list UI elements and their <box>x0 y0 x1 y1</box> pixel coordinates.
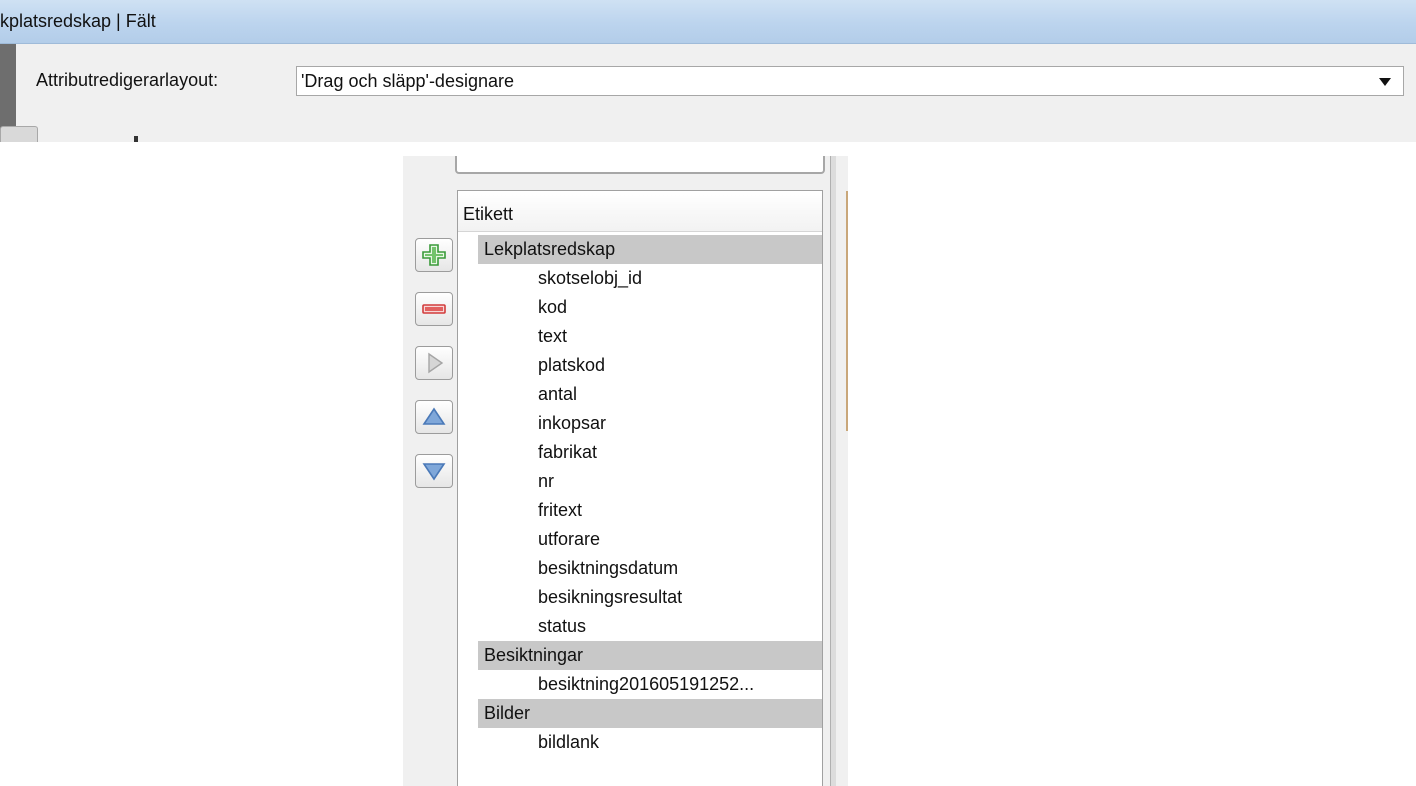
remove-icon <box>422 304 446 314</box>
tree-item-label: status <box>538 616 587 636</box>
sidebar-tab[interactable] <box>0 126 38 142</box>
tree-header-label: Etikett <box>463 204 514 224</box>
tree-item[interactable]: fritext <box>458 496 822 525</box>
form-tree-view[interactable]: Etikett Lekplatsredskap skotselobj_id ko… <box>457 190 823 786</box>
add-container-button[interactable] <box>415 238 453 272</box>
move-up-button[interactable] <box>415 400 453 434</box>
tree-item-label: fritext <box>538 500 583 520</box>
tree-item-label: fabrikat <box>538 442 598 462</box>
tree-item[interactable]: antal <box>458 380 822 409</box>
tree-header: Etikett <box>458 191 822 232</box>
tree-group-label: Lekplatsredskap <box>484 239 616 259</box>
tree-item-label: besiktningsdatum <box>538 558 679 578</box>
move-to-tree-button[interactable] <box>415 346 453 380</box>
tree-item[interactable]: status <box>458 612 822 641</box>
tree-item-label: text <box>538 326 568 346</box>
move-down-button[interactable] <box>415 454 453 488</box>
window-title: kplatsredskap | Fält <box>0 11 156 31</box>
tree-group-lekplatsredskap[interactable]: Lekplatsredskap <box>478 235 822 264</box>
tree-item[interactable]: skotselobj_id <box>458 264 822 293</box>
tree-item[interactable]: bildlank <box>458 728 822 757</box>
move-up-icon <box>422 407 446 425</box>
tree-group-bilder[interactable]: Bilder <box>478 699 822 728</box>
tree-item-label: besiktning201605191252... <box>538 674 755 694</box>
tree-item-label: utforare <box>538 529 601 549</box>
tree-item[interactable]: besiktning201605191252... <box>458 670 822 699</box>
tree-item-label: nr <box>538 471 555 491</box>
tree-group-besiktningar[interactable]: Besiktningar <box>478 641 822 670</box>
tree-item-label: skotselobj_id <box>538 268 643 288</box>
tree-item-label: besikningsresultat <box>538 587 683 607</box>
panel-splitter[interactable] <box>830 156 836 786</box>
screen: kplatsredskap | Fält Attributredigerarla… <box>0 0 1416 786</box>
field-list-frame <box>455 156 825 174</box>
tree-item[interactable]: kod <box>458 293 822 322</box>
splitter-edge <box>846 191 848 431</box>
tree-item-label: platskod <box>538 355 606 375</box>
layout-dropdown-value: 'Drag och släpp'-designare <box>301 71 514 91</box>
tree-item-label: bildlank <box>538 732 600 752</box>
form-layout-panel: Etikett Lekplatsredskap skotselobj_id ko… <box>403 156 848 786</box>
tree-group-label: Besiktningar <box>484 645 584 665</box>
partial-text-mark <box>134 136 138 142</box>
tree-item[interactable]: inkopsar <box>458 409 822 438</box>
tree-item[interactable]: platskod <box>458 351 822 380</box>
tree-item-label: kod <box>538 297 568 317</box>
window-title-bar: kplatsredskap | Fält <box>0 0 1416 44</box>
tree-item[interactable]: utforare <box>458 525 822 554</box>
tree-item[interactable]: besiktningsdatum <box>458 554 822 583</box>
tree-group-label: Bilder <box>484 703 531 723</box>
tree-item-label: antal <box>538 384 578 404</box>
tree-item-label: inkopsar <box>538 413 607 433</box>
tree-item[interactable]: besikningsresultat <box>458 583 822 612</box>
add-icon <box>422 244 446 266</box>
remove-item-button[interactable] <box>415 292 453 326</box>
tree-item[interactable]: nr <box>458 467 822 496</box>
chevron-down-icon <box>1379 78 1391 86</box>
layout-dropdown[interactable]: 'Drag och släpp'-designare <box>296 66 1404 96</box>
tree-item[interactable]: text <box>458 322 822 351</box>
move-down-icon <box>422 463 446 481</box>
layout-label: Attributredigerarlayout: <box>36 70 219 90</box>
tree-item[interactable]: fabrikat <box>458 438 822 467</box>
dialog-top: kplatsredskap | Fält Attributredigerarla… <box>0 0 1416 142</box>
move-right-icon <box>428 352 444 374</box>
